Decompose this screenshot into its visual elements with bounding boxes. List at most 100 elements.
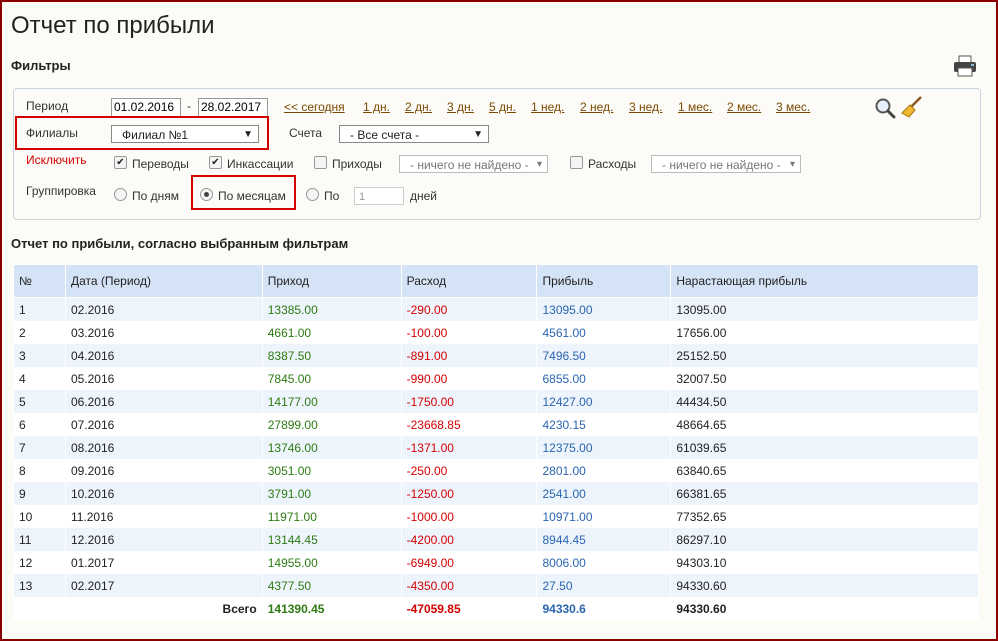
period-2d-link[interactable]: 2 дн. [405,100,432,114]
cell-profit: 2541.00 [536,482,672,505]
col-expense: Расход [400,264,538,298]
cell-date: 07.2016 [64,413,263,436]
table-header-row: № Дата (Период) Приход Расход Прибыль На… [13,264,979,298]
date-from-input[interactable]: 01.02.2016 [111,98,181,117]
accounts-select-value: - Все счета - [350,128,420,142]
cell-income: 3051.00 [261,459,402,482]
transfers-label: Переводы [132,157,189,171]
n-days-input[interactable]: 1 [354,187,404,205]
cell-cumulative: 17656.00 [670,321,979,344]
cell-number: 4 [13,367,66,390]
cell-income: 7845.00 [261,367,402,390]
cell-date: 02.2016 [64,297,263,321]
group-by-days-label: По дням [132,189,180,203]
broom-icon[interactable] [900,95,924,119]
period-2w-link[interactable]: 2 нед. [580,100,613,114]
period-3d-link[interactable]: 3 дн. [447,100,474,114]
expenses-checkbox[interactable] [570,156,583,169]
cell-expense: -1750.00 [400,390,538,413]
cell-expense: -100.00 [400,321,538,344]
period-1d-link[interactable]: 1 дн. [363,100,390,114]
cell-income: 8387.50 [261,344,402,367]
cell-date: 03.2016 [64,321,263,344]
cell-income: 13144.45 [261,528,402,551]
cell-date: 02.2017 [64,574,263,597]
group-by-months-label: По месяцам [218,189,286,203]
cell-cumulative: 77352.65 [670,505,979,528]
cell-number: 5 [13,390,66,413]
total-empty [13,597,66,620]
cell-income: 4377.50 [261,574,402,597]
profit-table: № Дата (Период) Приход Расход Прибыль На… [13,264,979,620]
transfers-checkbox[interactable]: ✔ [114,156,127,169]
cell-expense: -4350.00 [400,574,538,597]
period-3w-link[interactable]: 3 нед. [629,100,662,114]
cell-profit: 10971.00 [536,505,672,528]
cell-income: 13746.00 [261,436,402,459]
cell-date: 01.2017 [64,551,263,574]
cell-number: 6 [13,413,66,436]
cell-cumulative: 48664.65 [670,413,979,436]
days-label: дней [410,189,438,203]
table-body: 1 02.2016 13385.00 -290.00 13095.00 13095.00 … [13,297,979,597]
collections-checkbox[interactable]: ✔ [209,156,222,169]
cell-number: 7 [13,436,66,459]
branch-select[interactable]: Филиал №1 ▼ [111,125,259,143]
table-total-row: Всего 141390.45 -47059.85 94330.6 94330.… [13,597,979,620]
cell-date: 08.2016 [64,436,263,459]
cell-cumulative: 63840.65 [670,459,979,482]
cell-profit: 2801.00 [536,459,672,482]
period-2m-link[interactable]: 2 мес. [727,100,761,114]
cell-income: 3791.00 [261,482,402,505]
chevron-down-icon: ▾ [536,159,542,170]
search-icon[interactable] [874,97,896,119]
cell-number: 1 [13,297,66,321]
group-by-months-radio[interactable] [200,188,213,201]
cell-cumulative: 13095.00 [670,297,979,321]
cell-number: 2 [13,321,66,344]
incomes-checkbox[interactable] [314,156,327,169]
period-1w-link[interactable]: 1 нед. [531,100,564,114]
col-date: Дата (Период) [64,264,263,298]
table-row: 5 06.2016 14177.00 -1750.00 12427.00 44434.50 [13,390,979,413]
group-by-n-radio[interactable] [306,188,319,201]
cell-expense: -23668.85 [400,413,538,436]
cell-expense: -1000.00 [400,505,538,528]
cell-expense: -990.00 [400,367,538,390]
incomes-select[interactable]: - ничего не найдено - ▾ [399,155,548,173]
cell-profit: 8006.00 [536,551,672,574]
total-income: 141390.45 [261,597,402,620]
cell-cumulative: 44434.50 [670,390,979,413]
group-by-days-radio[interactable] [114,188,127,201]
collections-label: Инкассации [227,157,294,171]
date-to-input[interactable]: 28.02.2017 [198,98,268,117]
expenses-select[interactable]: - ничего не найдено - ▾ [651,155,801,173]
cell-income: 14177.00 [261,390,402,413]
total-expense: -47059.85 [400,597,538,620]
accounts-select[interactable]: - Все счета - ▼ [339,125,489,143]
period-1m-link[interactable]: 1 мес. [678,100,712,114]
period-5d-link[interactable]: 5 дн. [489,100,516,114]
cell-expense: -6949.00 [400,551,538,574]
accounts-label: Счета [289,126,323,140]
cell-expense: -290.00 [400,297,538,321]
cell-date: 04.2016 [64,344,263,367]
cell-expense: -1371.00 [400,436,538,459]
filter-panel: Период 01.02.2016 - 28.02.2017 << сегодн… [13,88,981,220]
cell-date: 12.2016 [64,528,263,551]
printer-icon[interactable] [953,55,977,77]
cell-number: 12 [13,551,66,574]
period-today-link[interactable]: << сегодня [284,100,345,114]
period-3m-link[interactable]: 3 мес. [776,100,810,114]
cell-date: 06.2016 [64,390,263,413]
cell-income: 4661.00 [261,321,402,344]
table-row: 7 08.2016 13746.00 -1371.00 12375.00 61039.65 [13,436,979,459]
date-separator: - [187,99,191,113]
cell-profit: 4561.00 [536,321,672,344]
cell-number: 9 [13,482,66,505]
cell-date: 11.2016 [64,505,263,528]
table-row: 3 04.2016 8387.50 -891.00 7496.50 25152.50 [13,344,979,367]
table-row: 13 02.2017 4377.50 -4350.00 27.50 94330.60 [13,574,979,597]
cell-income: 11971.00 [261,505,402,528]
total-label: Всего [64,597,263,620]
